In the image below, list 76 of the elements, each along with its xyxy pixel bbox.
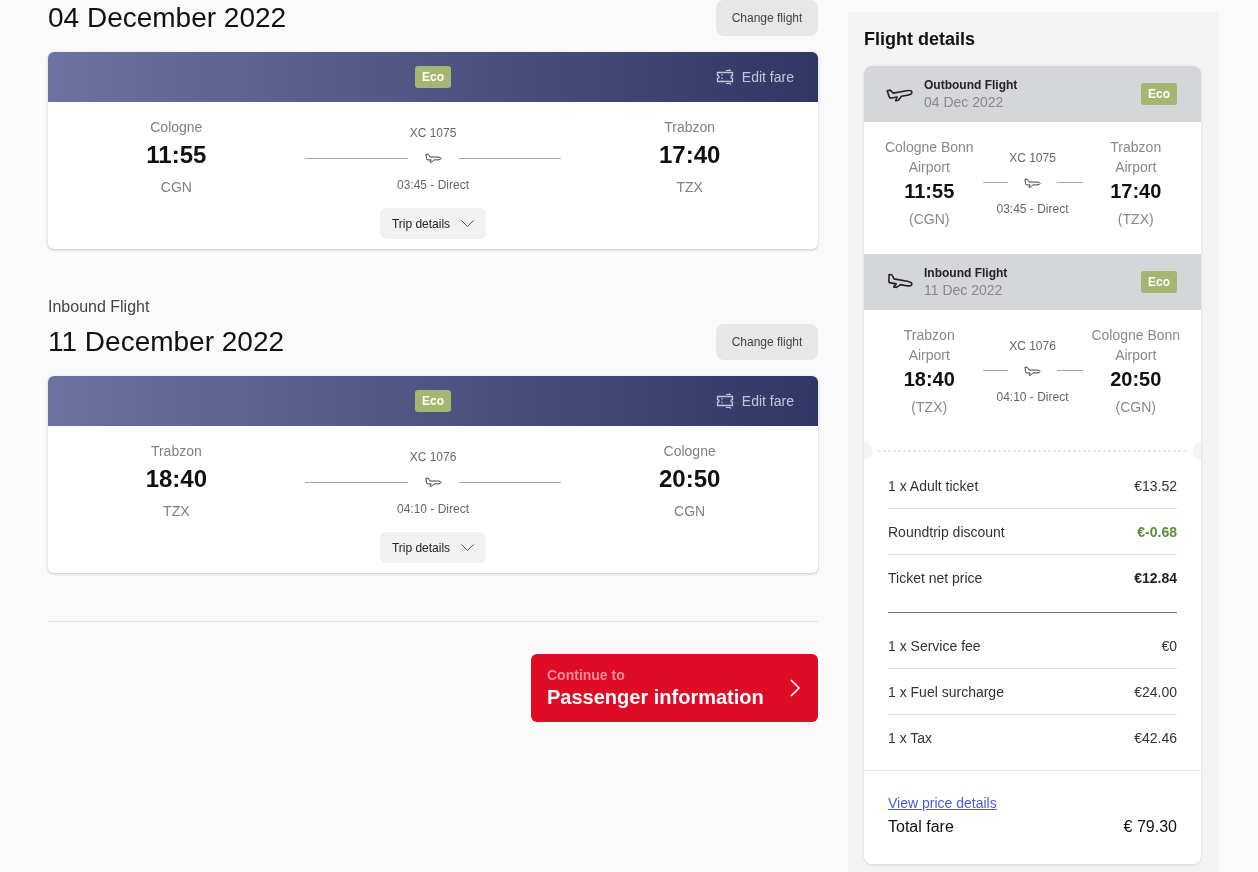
arrival-time: 17:40 [1110,179,1162,203]
departure-time: 11:55 [146,140,207,170]
departure-city: Trabzon [150,442,202,460]
departure-city: Cologne [150,118,203,136]
plane-icon [1024,365,1041,376]
change-flight-button[interactable]: Change flight [716,324,818,360]
airport-code: (TZX) [1117,210,1154,229]
departure-time: 11:55 [904,179,955,203]
edit-fare-button[interactable]: Edit fare [715,393,794,409]
price-label: Roundtrip discount [888,523,1005,540]
flight-number: XC 1075 [409,125,457,141]
airport-code: TZX [163,502,190,520]
change-flight-button[interactable]: Change flight [716,0,818,36]
price-details-link[interactable]: View price details [888,795,997,811]
chevron-right-icon [790,679,800,697]
airport-code: CGN [160,178,192,196]
flight-duration: 04:10 - Direct [996,389,1069,404]
flight-duration: 03:45 - Direct [396,177,469,193]
price-value: €13.52 [1134,477,1177,494]
price-label: 1 x Fuel surcharge [888,683,1004,700]
departure-time: 18:40 [903,367,955,391]
leg-title: Outbound Flight [924,77,1019,93]
section-label: Inbound Flight [48,297,151,317]
continue-button[interactable]: Continue to Passenger information [531,654,818,722]
fare-class-badge: Eco [1141,271,1177,293]
panel-title: Flight details [864,28,976,51]
leg-title: Inbound Flight [924,265,1009,281]
arrival-city: Cologne [663,442,716,460]
flight-date-heading: 04 December 2022 [48,1,287,35]
arrival-time: 20:50 [1110,367,1162,391]
price-value: €24.00 [1134,683,1177,700]
trip-details-button[interactable]: Trip details [379,208,487,239]
airport-code: (TZX) [911,398,948,417]
plane-icon [424,153,442,163]
plane-icon [1024,177,1041,188]
flight-date-heading: 11 December 2022 [48,325,285,359]
ticket-icon [715,393,734,409]
flight-number: XC 1075 [1009,150,1056,165]
arrival-airport: Cologne Bonn Airport [1090,326,1182,365]
price-label: 1 x Service fee [888,637,981,654]
departure-airport: Cologne Bonn Airport [883,138,975,177]
price-label: Ticket net price [888,569,983,586]
chevron-icon [461,544,475,551]
fare-class-badge: Eco [415,66,451,88]
arrival-city: Trabzon [664,118,716,136]
price-value: €12.84 [1134,569,1177,586]
departure-time: 18:40 [145,464,207,494]
flight-number: XC 1076 [409,449,457,465]
flight-number: XC 1076 [1009,338,1056,353]
edit-fare-button[interactable]: Edit fare [715,69,794,85]
plane-icon [424,477,442,487]
price-label: 1 x Adult ticket [888,477,979,494]
flight-duration: 03:45 - Direct [996,201,1069,216]
plane-icon [886,273,914,291]
airport-code: CGN [674,502,706,520]
flight-duration: 04:10 - Direct [396,501,469,517]
chevron-icon [461,220,475,227]
leg-date: 11 Dec 2022 [924,281,1004,299]
leg-date: 04 Dec 2022 [924,93,1005,111]
price-value: €42.46 [1134,729,1177,746]
fare-class-badge: Eco [1141,83,1177,105]
airport-code: (CGN) [909,210,950,229]
arrival-time: 17:40 [658,140,721,170]
price-label: 1 x Tax [888,729,933,746]
trip-details-button[interactable]: Trip details [379,532,487,563]
ticket-icon [715,69,734,85]
total-label: Total fare [888,817,954,837]
airport-code: TZX [676,178,703,196]
price-value: €0 [1161,637,1177,654]
arrival-airport: Trabzon Airport [1109,138,1163,177]
fare-class-badge: Eco [415,390,451,412]
price-value: €-0.68 [1137,523,1177,540]
total-value: € 79.30 [1123,817,1177,837]
departure-airport: Trabzon Airport [902,326,956,365]
arrival-time: 20:50 [658,464,721,494]
airport-code: (CGN) [1115,398,1156,417]
